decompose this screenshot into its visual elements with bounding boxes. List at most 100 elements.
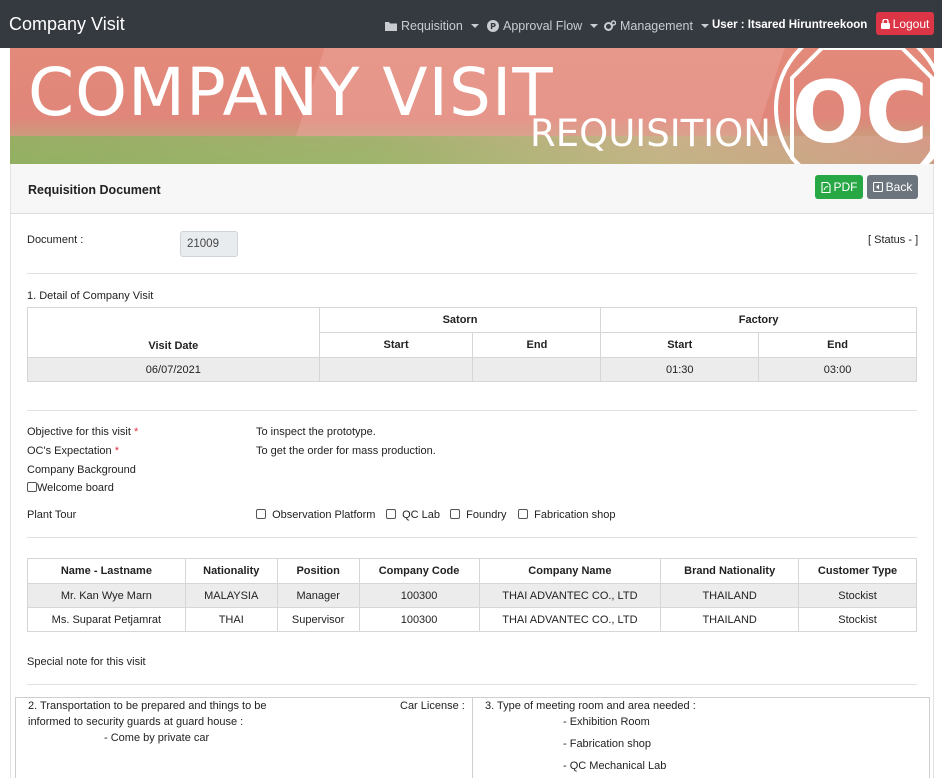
col-factory-start: Start <box>600 332 760 358</box>
checkbox[interactable] <box>27 482 37 492</box>
table-row: Mr. Kan Wye Marn MALAYSIA Manager 100300… <box>27 583 917 608</box>
cell: Stockist <box>798 607 917 632</box>
transport-title-line1: 2. Transportation to be prepared and thi… <box>28 700 267 712</box>
col-satorn-start: Start <box>318 332 474 358</box>
pdf-button[interactable]: PDF <box>815 175 863 199</box>
cell: THAILAND <box>660 607 800 632</box>
col-company-code: Company Code <box>358 558 480 584</box>
option-label: Fabrication shop <box>534 509 616 521</box>
approval-p-icon: P <box>487 20 499 32</box>
current-user: User : Itsared Hiruntreekoon <box>712 19 868 31</box>
plant-tour-qc-lab[interactable]: QC Lab <box>386 509 440 521</box>
menu-management-label: Management <box>620 19 693 33</box>
file-pdf-icon <box>820 181 831 193</box>
chevron-down-icon <box>470 24 479 28</box>
menu-management[interactable]: Management <box>604 19 709 33</box>
plant-tour-foundry[interactable]: Foundry <box>450 509 506 521</box>
checkbox[interactable] <box>450 509 460 519</box>
menu-requisition[interactable]: Requisition <box>385 19 479 33</box>
checkbox[interactable] <box>518 509 528 519</box>
oc-logo: OC <box>774 48 934 164</box>
cell: Mr. Kan Wye Marn <box>27 583 186 608</box>
col-brand-nationality: Brand Nationality <box>660 558 800 584</box>
visit-detail-table: Visit Date Satorn Factory Start End Star… <box>27 307 917 382</box>
status-text: [ Status - ] <box>868 234 919 246</box>
cell-factory-start: 01:30 <box>600 357 760 382</box>
company-visit-banner: COMPANY VISIT REQUISITION OC <box>10 48 934 164</box>
welcome-board-checkbox[interactable]: Welcome board <box>27 482 114 494</box>
document-label: Document : <box>27 234 84 246</box>
cell: MALAYSIA <box>184 583 278 608</box>
menu-approval-flow-label: Approval Flow <box>503 19 583 33</box>
folder-icon <box>385 22 397 31</box>
table-row: 06/07/2021 01:30 03:00 <box>27 357 917 382</box>
col-position: Position <box>276 558 360 584</box>
cell: Stockist <box>798 583 917 608</box>
cell: 100300 <box>358 583 480 608</box>
cell-satorn-start <box>318 357 474 382</box>
col-visit-date: Visit Date <box>27 307 320 358</box>
banner-title: COMPANY VISIT <box>28 54 554 131</box>
welcome-board-label: Welcome board <box>37 482 114 494</box>
objective-value: To inspect the prototype. <box>256 426 376 438</box>
option-label: Foundry <box>466 509 507 521</box>
chevron-down-icon <box>590 24 599 28</box>
special-note-label: Special note for this visit <box>27 656 146 668</box>
group-satorn: Satorn <box>318 307 602 333</box>
pdf-label: PDF <box>833 180 858 194</box>
plant-tour-fabrication[interactable]: Fabrication shop <box>518 509 615 521</box>
col-factory-end: End <box>758 332 917 358</box>
divider <box>27 684 917 685</box>
expectation-value: To get the order for mass production. <box>256 445 436 457</box>
cell: THAI ADVANTEC CO., LTD <box>478 607 662 632</box>
transport-item: - Come by private car <box>104 732 210 744</box>
meeting-title: 3. Type of meeting room and area needed … <box>485 700 696 712</box>
back-label: Back <box>885 180 913 194</box>
document-number-field: 21009 <box>180 231 238 257</box>
meeting-item: - Exhibition Room <box>563 716 650 728</box>
back-button[interactable]: Back <box>867 175 918 199</box>
lock-icon <box>880 18 890 29</box>
logout-button[interactable]: Logout <box>876 12 934 35</box>
cell: Ms. Suparat Petjamrat <box>27 607 186 632</box>
cell-visit-date: 06/07/2021 <box>27 357 320 382</box>
svg-text:OC: OC <box>792 63 928 163</box>
divider <box>27 273 917 274</box>
cell: 100300 <box>358 607 480 632</box>
menu-approval-flow[interactable]: P Approval Flow <box>487 19 599 33</box>
table-row: Ms. Suparat Petjamrat THAI Supervisor 10… <box>27 607 917 632</box>
cell: THAI <box>184 607 278 632</box>
required-mark: * <box>114 445 119 457</box>
group-factory: Factory <box>600 307 917 333</box>
card-header: Requisition Document PDF Back <box>10 164 934 214</box>
required-mark: * <box>133 426 139 438</box>
logout-label: Logout <box>892 16 930 31</box>
plant-tour-observation[interactable]: Observation Platform <box>256 509 375 521</box>
car-license-label: Car License : <box>400 700 465 712</box>
cell: THAILAND <box>660 583 800 608</box>
meeting-item: - Fabrication shop <box>563 738 652 750</box>
brand-title[interactable]: Company Visit <box>9 14 125 35</box>
cell-factory-end: 03:00 <box>758 357 917 382</box>
checkbox[interactable] <box>256 509 266 519</box>
gears-icon <box>604 20 616 31</box>
transport-title-line2: informed to security guards at guard hou… <box>28 716 244 728</box>
divider <box>27 537 917 538</box>
menu-requisition-label: Requisition <box>401 19 463 33</box>
option-label: Observation Platform <box>272 509 376 521</box>
expectation-label: OC's Expectation * <box>27 445 119 457</box>
section-visit-detail-title: 1. Detail of Company Visit <box>27 290 154 302</box>
objective-label: Objective for this visit * <box>27 426 139 438</box>
col-customer-type: Customer Type <box>798 558 917 584</box>
cell: Manager <box>276 583 360 608</box>
col-company-name: Company Name <box>478 558 662 584</box>
company-background-label: Company Background <box>27 464 136 476</box>
cell: Supervisor <box>276 607 360 632</box>
svg-text:P: P <box>490 22 496 31</box>
checkbox[interactable] <box>386 509 396 519</box>
visitors-table: Name - Lastname Nationality Position Com… <box>27 558 917 632</box>
back-arrow-icon <box>872 182 883 192</box>
banner-subtitle: REQUISITION <box>530 112 771 155</box>
plant-tour-label: Plant Tour <box>27 509 77 521</box>
chevron-down-icon <box>700 24 709 28</box>
